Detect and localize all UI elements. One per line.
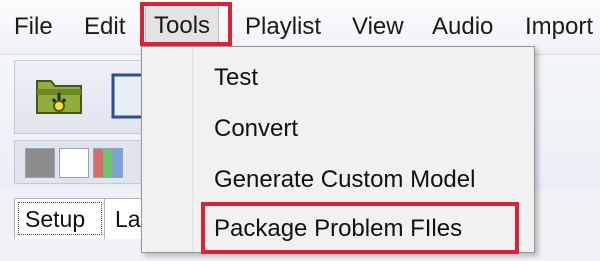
swatch-white[interactable] xyxy=(59,148,89,178)
menu-edit[interactable]: Edit xyxy=(84,0,125,54)
color-swatches xyxy=(14,140,144,184)
menu-import[interactable]: Import xyxy=(525,0,593,54)
menu-file[interactable]: File xyxy=(14,0,53,54)
swatch-gray[interactable] xyxy=(25,148,55,178)
menu-item-package-problem-files[interactable]: Package Problem FIles xyxy=(214,204,462,254)
menu-item-test[interactable]: Test xyxy=(214,53,258,103)
menu-item-generate-custom-model[interactable]: Generate Custom Model xyxy=(214,155,475,205)
toolbar xyxy=(14,60,149,134)
folder-arrow-icon[interactable] xyxy=(35,73,83,117)
swatch-rgb[interactable] xyxy=(93,148,123,178)
menu-tools[interactable]: Tools xyxy=(145,5,220,46)
tools-dropdown-menu: Test Convert Generate Custom Model Packa… xyxy=(141,46,535,253)
menu-item-convert[interactable]: Convert xyxy=(214,104,298,154)
tab-setup[interactable]: Setup xyxy=(14,198,106,239)
menu-icon-column xyxy=(142,47,193,252)
application-window: File Edit Tools Playlist View Audio Impo… xyxy=(0,0,600,261)
